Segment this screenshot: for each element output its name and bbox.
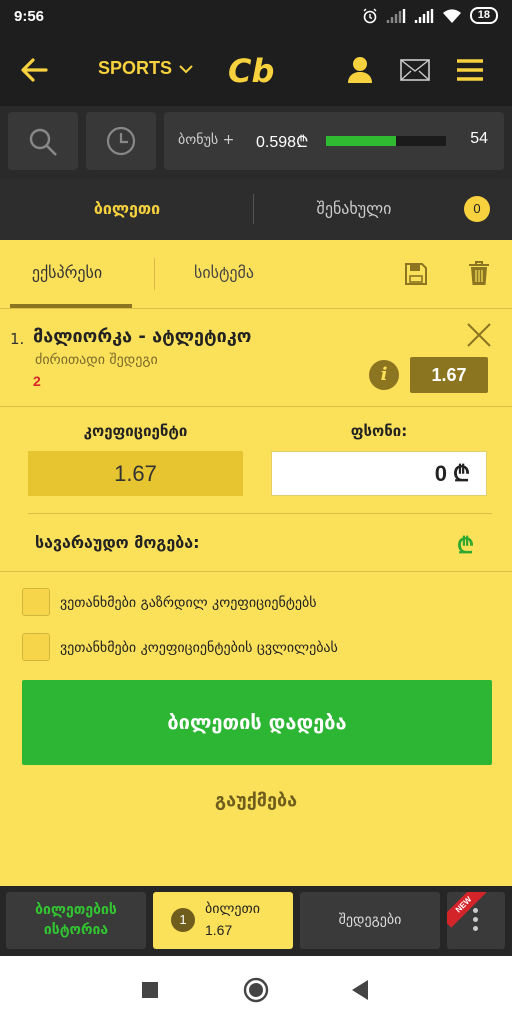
brand-logo-text: Cb: [228, 52, 274, 90]
status-bar: 9:56 18: [0, 0, 512, 34]
save-icon[interactable]: [404, 262, 428, 286]
coefficient-label: კოეფიციენტი: [83, 422, 188, 440]
clock-icon: [106, 126, 136, 156]
divider: [0, 571, 512, 572]
history-clock-button[interactable]: [86, 112, 156, 170]
ticket-button[interactable]: 1 ბილეთი 1.67: [153, 892, 293, 949]
info-icon[interactable]: i: [369, 360, 399, 390]
signal-icon-2: [414, 8, 433, 23]
bonus-count: 54: [470, 130, 488, 147]
more-vertical-icon: [473, 908, 478, 935]
user-icon[interactable]: [346, 56, 374, 84]
history-line-1: ბილეთების: [35, 902, 117, 918]
bottom-dock: ბილეთების ისტორია 1 ბილეთი 1.67 შედეგები…: [0, 886, 512, 956]
ticket-history-button[interactable]: ბილეთების ისტორია: [6, 892, 146, 949]
checkbox-odds-change[interactable]: [22, 633, 50, 661]
battery-indicator: 18: [469, 7, 498, 24]
coefficient-value: 1.67: [28, 451, 243, 496]
search-icon: [29, 128, 57, 156]
app-header: SPORTS Cb: [0, 34, 512, 106]
checkbox-increased-odds[interactable]: [22, 588, 50, 616]
signal-icon: [386, 8, 405, 23]
status-time: 9:56: [14, 8, 45, 25]
tab-ticket[interactable]: ბილეთი: [0, 178, 254, 240]
place-bet-button[interactable]: ბილეთის დადება: [22, 680, 492, 765]
subtab-express[interactable]: ექსპრესი: [0, 240, 134, 308]
bet-event-title: მალიორკა - ატლეტიკო: [33, 326, 252, 347]
new-badge: NEW: [447, 892, 487, 928]
sports-label: SPORTS: [98, 58, 173, 78]
bonus-label: ბონუს +: [178, 132, 235, 148]
ticket-odd: 1.67: [205, 922, 233, 938]
subtab-system[interactable]: სისტემა: [164, 240, 284, 308]
bonus-progress-bar: [326, 136, 446, 146]
potential-win-label: სავარაუდო მოგება:: [35, 533, 200, 552]
bet-odd: 1.67: [410, 357, 488, 393]
checkbox-increased-odds-label: ვეთანხმები გაზრდილ კოეფიციენტებს: [60, 595, 317, 611]
subtab-divider: [154, 258, 155, 290]
bonus-progress-fill: [326, 136, 396, 146]
lari-currency-icon: ₾: [457, 534, 474, 559]
bet-pick: 2: [33, 373, 41, 389]
divider: [28, 513, 492, 514]
bonus-panel[interactable]: ბონუს + 0.598₾ 54: [164, 112, 504, 170]
bet-market: ძირითადი შედეგი: [35, 352, 158, 368]
divider: [0, 308, 512, 309]
sports-dropdown[interactable]: SPORTS: [98, 58, 194, 79]
results-button[interactable]: შედეგები: [300, 892, 440, 949]
wifi-icon: [442, 8, 461, 23]
trash-icon[interactable]: [468, 260, 490, 286]
back-arrow-icon[interactable]: [20, 58, 48, 82]
tool-row: ბონუს + 0.598₾ 54: [0, 106, 512, 178]
home-icon[interactable]: [243, 977, 269, 1003]
bonus-value: 0.598₾: [256, 134, 309, 151]
ticket-count-badge: 1: [171, 908, 195, 932]
stake-label: ფსონი:: [350, 422, 408, 440]
search-button[interactable]: [8, 112, 78, 170]
more-button[interactable]: NEW: [447, 892, 505, 949]
recent-apps-icon[interactable]: [142, 982, 158, 998]
bet-slip: ექსპრესი სისტემა 1. მალიორკა - ატლეტიკო …: [0, 240, 512, 886]
slip-tabs: ბილეთი შენახული 0: [0, 178, 512, 240]
status-icons: 18: [362, 7, 498, 24]
saved-count-badge: 0: [464, 196, 490, 222]
history-line-2: ისტორია: [43, 922, 109, 938]
checkbox-odds-change-label: ვეთანხმები კოეფიციენტების ცვლილებას: [60, 640, 338, 656]
hamburger-menu-icon[interactable]: [456, 58, 484, 82]
stake-input[interactable]: 0 ₾: [271, 451, 487, 496]
bet-number: 1.: [10, 330, 25, 348]
brand-logo[interactable]: Cb: [226, 48, 288, 92]
android-nav-bar: [0, 956, 512, 1024]
chevron-down-icon: [179, 64, 193, 73]
close-icon[interactable]: [466, 322, 492, 348]
divider: [0, 406, 512, 407]
back-icon[interactable]: [352, 980, 368, 1000]
mail-icon[interactable]: [400, 59, 430, 81]
alarm-icon: [363, 8, 377, 23]
tab-saved[interactable]: შენახული: [254, 178, 454, 240]
ticket-label: ბილეთი: [205, 901, 260, 917]
cancel-button[interactable]: გაუქმება: [0, 790, 512, 811]
